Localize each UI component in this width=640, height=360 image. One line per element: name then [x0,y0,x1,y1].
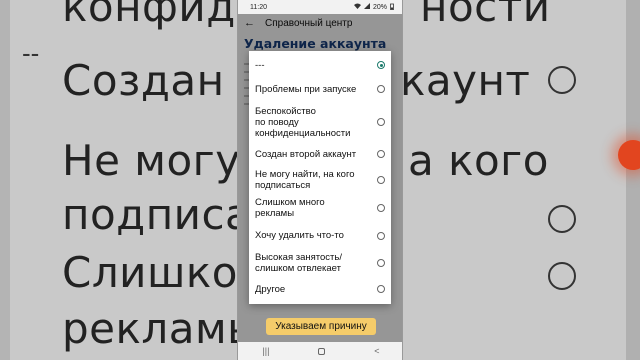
radio-selected-icon[interactable] [377,61,385,69]
battery-level: 20% [372,3,387,11]
reason-caption-button[interactable]: Указываем причину [266,318,376,335]
background-text: рекламы [62,304,261,353]
wifi-icon [353,3,361,11]
radio-icon[interactable] [377,150,385,158]
signal-icon [363,3,370,11]
radio-icon[interactable] [377,231,385,240]
home-icon[interactable] [318,347,326,355]
option-label: Создан второй аккаунт [255,148,357,160]
reason-option[interactable]: Другое [249,277,391,301]
nav-back-icon[interactable]: < [374,346,379,356]
option-label: Высокая занятость/ слишком отвлекает [255,252,342,274]
radio-icon[interactable] [377,259,385,267]
option-label: Другое [255,283,286,295]
reason-option[interactable]: Не могу найти, на кого подписаться [249,166,391,194]
status-time: 11:20 [250,3,267,11]
option-label: Беспокойство по поводу конфиденциальност… [255,105,351,139]
recent-apps-icon[interactable]: ||| [262,346,269,356]
background-left-bar [0,0,10,360]
radio-icon[interactable] [377,204,385,212]
reason-option[interactable]: Создан второй аккаунт [249,142,391,166]
background-text: каунт [400,56,531,105]
background-text: Создан в [62,56,264,105]
reason-option[interactable]: Слишком много рекламы [249,194,391,222]
reason-option[interactable]: Хочу удалить что-то [249,222,391,249]
battery-icon [390,3,394,12]
radio-icon[interactable] [377,176,385,184]
radio-icon[interactable] [377,85,385,93]
reason-option[interactable]: Высокая занятость/ слишком отвлекает [249,249,391,277]
background-text: а кого [408,136,549,185]
option-label: Слишком много рекламы [255,197,325,219]
background-radio [548,66,576,94]
option-label: --- [255,59,265,71]
status-icons: 20% [353,3,394,12]
reason-option[interactable]: Беспокойство по поводу конфиденциальност… [249,102,391,142]
background-text: конфиде [62,0,263,31]
reason-option[interactable]: Проблемы при запуске [249,76,391,102]
system-nav-bar: ||| < [238,342,402,360]
background-text: ности [420,0,551,31]
option-label: Хочу удалить что-то [255,230,344,241]
background-radio [548,205,576,233]
background-dash: -- [22,38,40,68]
reason-dialog: --- Проблемы при запуске Беспокойство по… [249,51,391,304]
reason-option[interactable]: --- [249,54,391,76]
option-label: Не могу найти, на кого подписаться [255,169,355,191]
option-label: Проблемы при запуске [255,83,357,95]
status-bar: 11:20 20% [238,0,402,14]
background-right-bar [626,0,640,360]
radio-icon[interactable] [377,118,385,126]
background-orange-blob [618,140,640,170]
radio-icon[interactable] [377,285,385,293]
background-radio [548,262,576,290]
